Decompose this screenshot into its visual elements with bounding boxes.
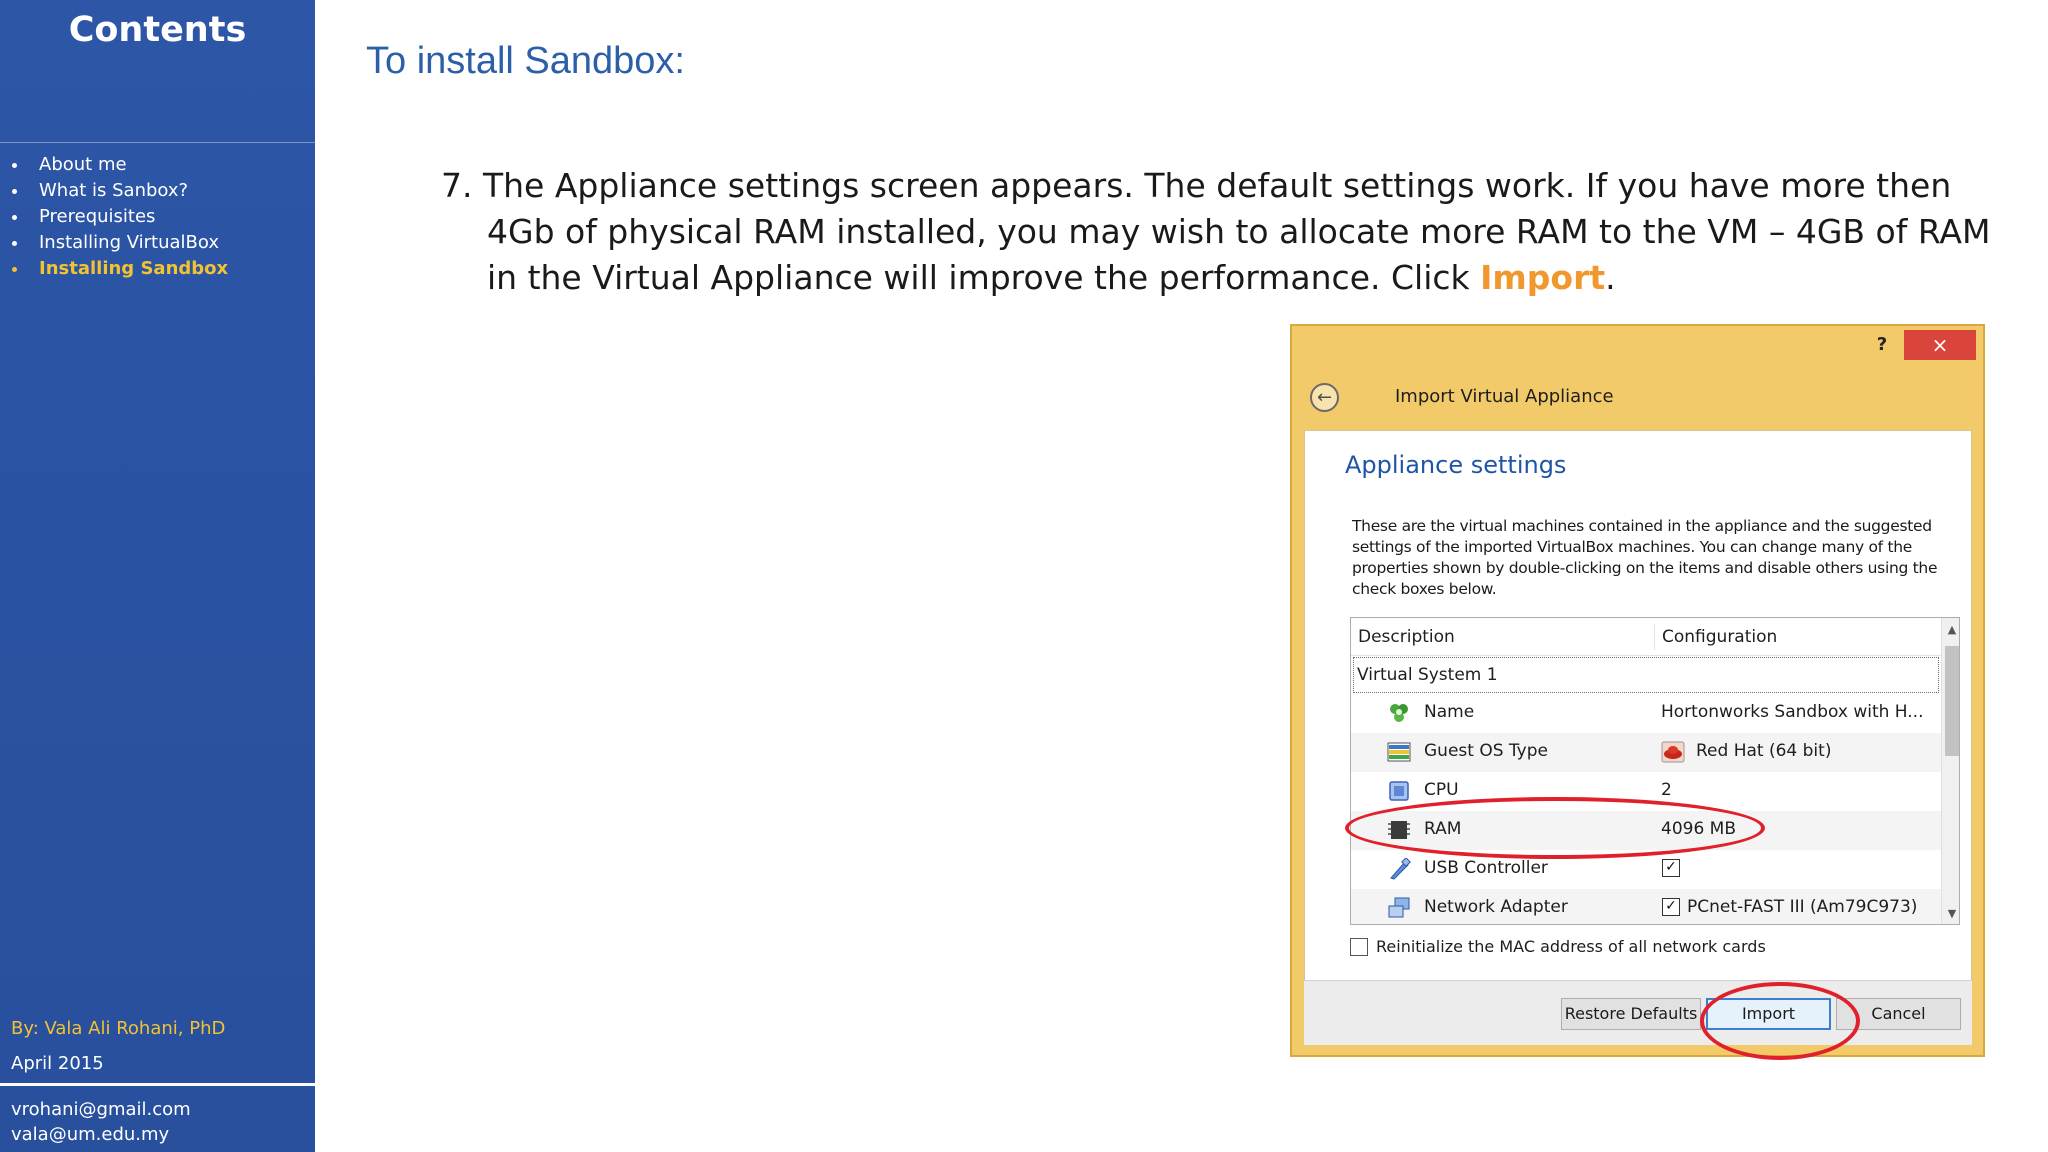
- usb-icon: [1390, 858, 1411, 880]
- virtual-system-row[interactable]: Virtual System 1: [1353, 657, 1939, 693]
- step-text: 7. The Appliance settings screen appears…: [441, 166, 1991, 297]
- row-value-cpu[interactable]: 2: [1661, 780, 1672, 800]
- back-arrow-icon[interactable]: ←: [1310, 383, 1339, 412]
- row-label-cpu: CPU: [1424, 780, 1459, 800]
- name-icon: [1390, 704, 1408, 722]
- sidebar-item-installing-virtualbox[interactable]: Installing VirtualBox: [12, 230, 228, 256]
- sidebar-item-prerequisites[interactable]: Prerequisites: [12, 204, 228, 230]
- sidebar: Contents About me What is Sanbox? Prereq…: [0, 0, 315, 1152]
- table-row-network-adapter[interactable]: Network Adapter ✓ PCnet-FAST III (Am79C9…: [1351, 889, 1941, 924]
- sidebar-item-about-me[interactable]: About me: [12, 152, 228, 178]
- column-header-configuration[interactable]: Configuration: [1662, 627, 1777, 647]
- row-value-name[interactable]: Hortonworks Sandbox with H...: [1661, 702, 1924, 722]
- table-header: Description Configuration: [1351, 618, 1941, 656]
- dialog-title: Import Virtual Appliance: [1395, 386, 1614, 407]
- row-label-guest-os: Guest OS Type: [1424, 741, 1548, 761]
- row-label-usb-controller: USB Controller: [1424, 858, 1548, 878]
- column-header-description[interactable]: Description: [1358, 627, 1455, 647]
- close-button[interactable]: ×: [1904, 330, 1976, 360]
- network-adapter-checkbox[interactable]: ✓: [1662, 898, 1680, 916]
- email-secondary: vala@um.edu.my: [11, 1124, 170, 1145]
- step-instruction: 7. The Appliance settings screen appears…: [441, 163, 2011, 301]
- table-row-name[interactable]: Name Hortonworks Sandbox with H...: [1351, 694, 1941, 733]
- guest-os-icon: [1387, 742, 1411, 762]
- row-label-network-adapter: Network Adapter: [1424, 897, 1568, 917]
- author-credit: By: Vala Ali Rohani, PhD: [11, 1018, 226, 1039]
- scroll-thumb[interactable]: [1945, 646, 1959, 756]
- sidebar-divider: [0, 142, 315, 143]
- help-button[interactable]: ?: [1867, 332, 1897, 358]
- network-adapter-icon: [1388, 897, 1410, 918]
- row-value-guest-os[interactable]: Red Hat (64 bit): [1696, 741, 1831, 761]
- table-scrollbar[interactable]: ▲ ▼: [1941, 618, 1959, 924]
- scroll-up-icon[interactable]: ▲: [1942, 620, 1959, 640]
- row-value-network-adapter[interactable]: PCnet-FAST III (Am79C973): [1687, 897, 1917, 917]
- restore-defaults-button[interactable]: Restore Defaults: [1561, 998, 1701, 1030]
- column-divider: [1654, 624, 1655, 650]
- section-title: Appliance settings: [1345, 451, 1567, 479]
- step-end: .: [1605, 258, 1616, 297]
- scroll-down-icon[interactable]: ▼: [1942, 904, 1959, 924]
- email-primary: vrohani@gmail.com: [11, 1099, 191, 1120]
- sidebar-item-installing-sandbox[interactable]: Installing Sandbox: [12, 256, 228, 282]
- mac-reinit-option[interactable]: Reinitialize the MAC address of all netw…: [1350, 936, 1766, 956]
- mac-reinit-checkbox[interactable]: [1350, 937, 1368, 956]
- appliance-settings-table: Description Configuration Virtual System…: [1350, 617, 1960, 925]
- mac-reinit-label: Reinitialize the MAC address of all netw…: [1376, 937, 1766, 956]
- sidebar-nav: About me What is Sanbox? Prerequisites I…: [12, 152, 228, 282]
- section-description: These are the virtual machines contained…: [1352, 517, 1938, 598]
- sidebar-footer-divider: [0, 1083, 315, 1086]
- sidebar-title: Contents: [68, 10, 247, 50]
- row-label-name: Name: [1424, 702, 1475, 722]
- ram-annotation-circle: [1345, 797, 1765, 859]
- sidebar-item-what-is-sandbox[interactable]: What is Sanbox?: [12, 178, 228, 204]
- cpu-icon: [1389, 781, 1409, 801]
- usb-controller-checkbox[interactable]: ✓: [1662, 859, 1680, 877]
- import-annotation-circle: [1700, 982, 1860, 1060]
- redhat-icon: [1661, 741, 1685, 763]
- table-row-guest-os[interactable]: Guest OS Type Red Hat (64 bit): [1351, 733, 1941, 772]
- page-title: To install Sandbox:: [366, 40, 685, 82]
- import-appliance-dialog: ? × ← Import Virtual Appliance Appliance…: [1290, 324, 1985, 1057]
- dialog-body: Appliance settings These are the virtual…: [1304, 430, 1972, 1045]
- dialog-footer: Restore Defaults Import Cancel: [1304, 980, 1972, 1045]
- step-highlight: Import: [1480, 258, 1606, 297]
- presentation-date: April 2015: [11, 1053, 104, 1074]
